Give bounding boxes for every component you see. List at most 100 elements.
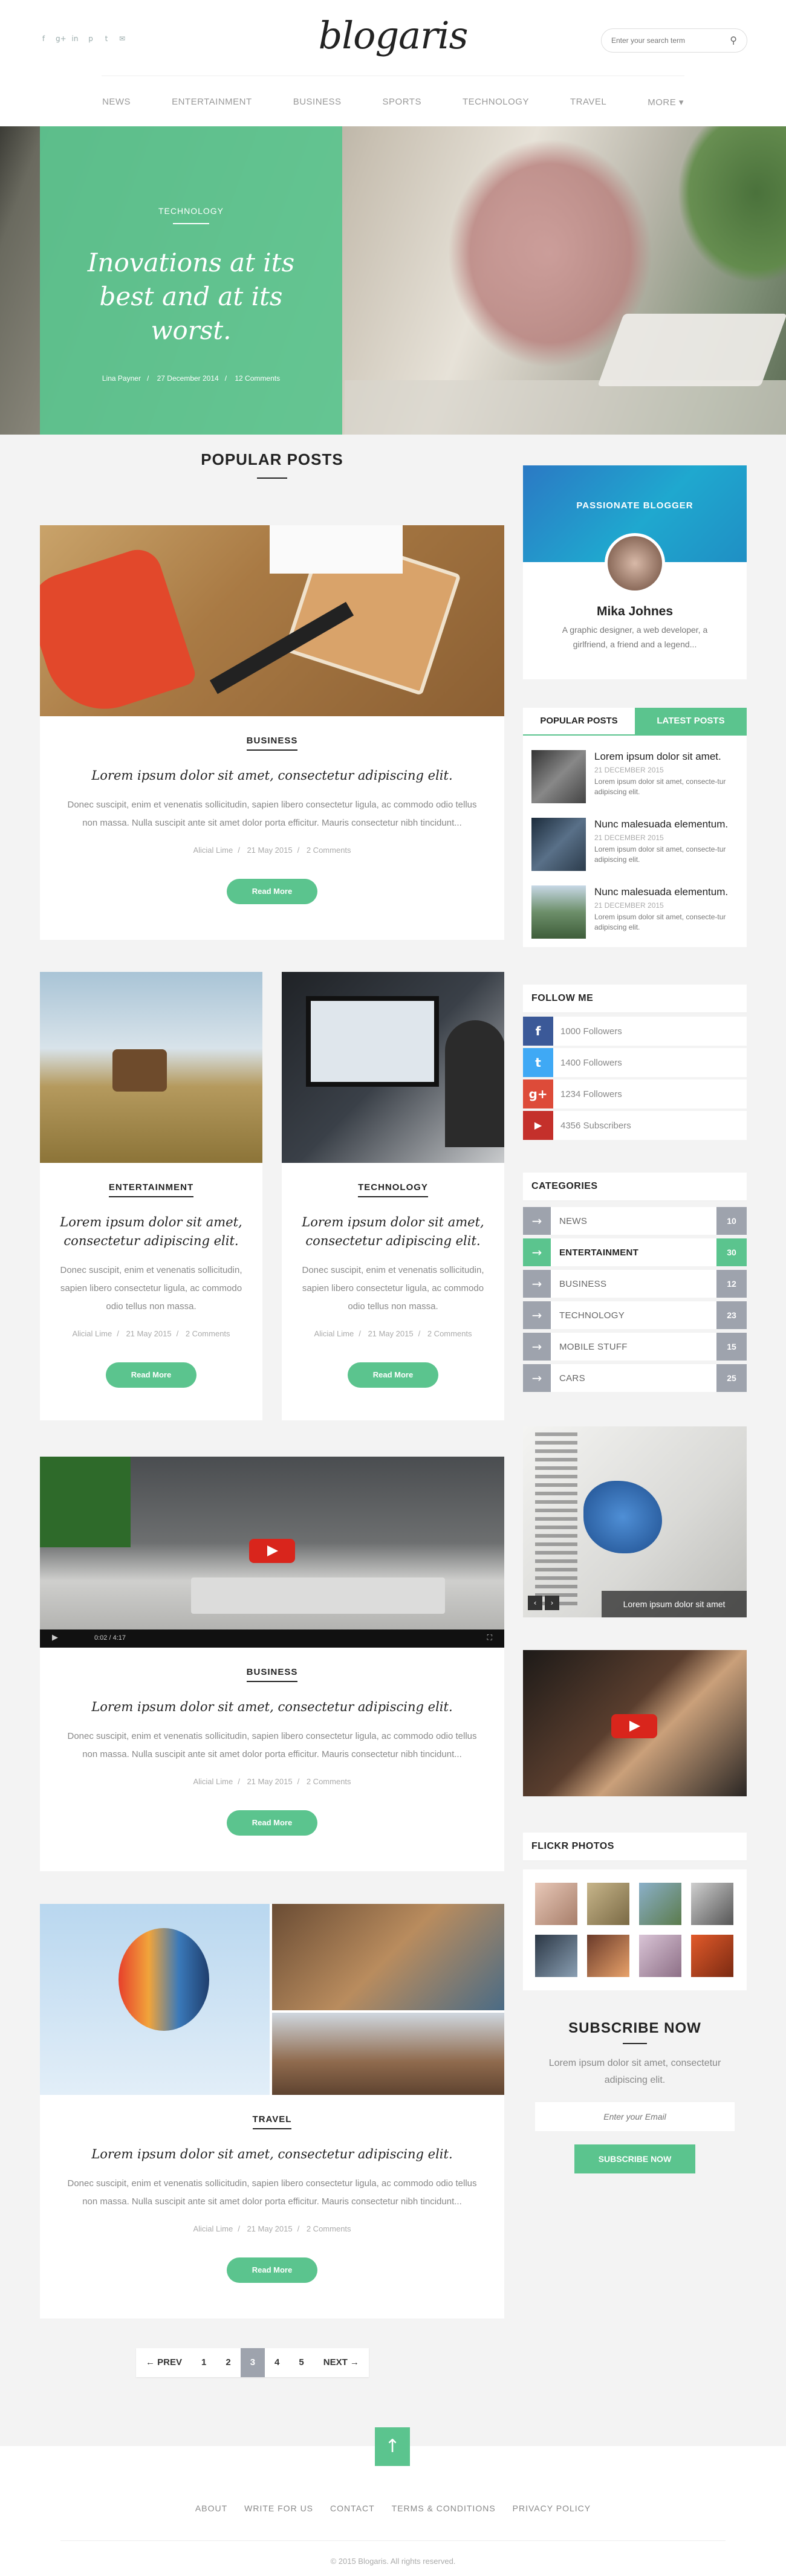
post-thumbnail[interactable] <box>531 750 586 803</box>
page-4[interactable]: 4 <box>265 2348 289 2377</box>
follow-facebook[interactable]: f 1000 Followers <box>523 1017 747 1046</box>
post-comments[interactable]: 2 Comments <box>427 1329 472 1338</box>
post-image[interactable] <box>40 972 262 1163</box>
follow-youtube[interactable]: ▶ 4356 Subscribers <box>523 1111 747 1140</box>
category-cars[interactable]: → CARS 25 <box>523 1364 747 1392</box>
flickr-photo[interactable] <box>535 1883 577 1925</box>
post-title[interactable]: Lorem ipsum dolor sit amet, consectetur … <box>294 1213 492 1251</box>
page-2[interactable]: 2 <box>216 2348 240 2377</box>
list-item[interactable]: Nunc malesuada elementum. 21 DECEMBER 201… <box>523 878 747 946</box>
post-image[interactable] <box>282 972 504 1163</box>
nav-sports[interactable]: SPORTS <box>362 97 442 108</box>
search-icon[interactable]: ⚲ <box>730 34 737 47</box>
nav-business[interactable]: BUSINESS <box>273 97 362 108</box>
youtube-icon: ▶ <box>523 1111 553 1140</box>
nav-entertainment[interactable]: ENTERTAINMENT <box>151 97 273 108</box>
flickr-photo[interactable] <box>639 1935 681 1977</box>
page-1[interactable]: 1 <box>192 2348 216 2377</box>
hero-author[interactable]: Lina Payner <box>102 374 141 383</box>
list-item-date: 21 DECEMBER 2015 <box>594 766 664 774</box>
list-item-title[interactable]: Lorem ipsum dolor sit amet. <box>594 750 738 763</box>
avatar[interactable] <box>605 533 665 594</box>
tab-latest-posts[interactable]: LATEST POSTS <box>635 708 747 734</box>
subscribe-button[interactable]: SUBSCRIBE NOW <box>574 2144 695 2173</box>
follow-google-plus[interactable]: g+ 1234 Followers <box>523 1079 747 1108</box>
category-technology[interactable]: → TECHNOLOGY 23 <box>523 1301 747 1329</box>
hero-banner[interactable]: TECHNOLOGY Inovations at its best and at… <box>0 126 786 435</box>
footer-link-write-for-us[interactable]: WRITE FOR US <box>244 2503 313 2513</box>
flickr-photo[interactable] <box>639 1883 681 1925</box>
video-widget[interactable] <box>523 1650 747 1796</box>
follow-twitter[interactable]: t 1400 Followers <box>523 1048 747 1077</box>
footer-link-privacy[interactable]: PRIVACY POLICY <box>513 2503 591 2513</box>
hero-title[interactable]: Inovations at its best and at its worst. <box>40 246 342 348</box>
flickr-photo[interactable] <box>691 1883 733 1925</box>
image-slider[interactable]: ‹ › Lorem ipsum dolor sit amet <box>523 1426 747 1617</box>
read-more-button[interactable]: Read More <box>348 1362 438 1388</box>
post-title[interactable]: Lorem ipsum dolor sit amet, consectetur … <box>64 1698 480 1717</box>
post-comments[interactable]: 2 Comments <box>307 2224 351 2233</box>
tab-popular-posts[interactable]: POPULAR POSTS <box>523 708 635 734</box>
search-input[interactable] <box>611 36 730 45</box>
list-item[interactable]: Lorem ipsum dolor sit amet. 21 DECEMBER 2… <box>523 743 747 811</box>
flickr-photo[interactable] <box>691 1935 733 1977</box>
post-image[interactable] <box>40 525 504 716</box>
footer-link-about[interactable]: ABOUT <box>195 2503 227 2513</box>
post-title[interactable]: Lorem ipsum dolor sit amet, consectetur … <box>52 1213 250 1251</box>
page-5[interactable]: 5 <box>289 2348 313 2377</box>
nav-more[interactable]: MORE ▾ <box>627 97 704 108</box>
read-more-button[interactable]: Read More <box>227 879 317 904</box>
post-author[interactable]: Alicial Lime <box>193 1777 233 1786</box>
post-thumbnail[interactable] <box>531 818 586 871</box>
post-comments[interactable]: 2 Comments <box>186 1329 230 1338</box>
video-player[interactable]: ▶ 0:02 / 4:17 ⛶ <box>40 1457 504 1648</box>
hero-category[interactable]: TECHNOLOGY <box>40 206 342 216</box>
nav-news[interactable]: NEWS <box>82 97 151 108</box>
hero-comments[interactable]: 12 Comments <box>235 374 280 383</box>
list-item-title[interactable]: Nunc malesuada elementum. <box>594 885 738 899</box>
footer-link-contact[interactable]: CONTACT <box>330 2503 375 2513</box>
fullscreen-icon[interactable]: ⛶ <box>487 1633 492 1642</box>
post-title[interactable]: Lorem ipsum dolor sit amet, consectetur … <box>64 2145 480 2164</box>
nav-travel[interactable]: TRAVEL <box>550 97 627 108</box>
post-author[interactable]: Alicial Lime <box>314 1329 354 1338</box>
post-author[interactable]: Alicial Lime <box>193 2224 233 2233</box>
flickr-photo[interactable] <box>587 1935 629 1977</box>
post-comments[interactable]: 2 Comments <box>307 1777 351 1786</box>
paper-shape <box>270 525 403 574</box>
play-icon[interactable] <box>611 1714 657 1738</box>
post-category[interactable]: BUSINESS <box>246 1667 298 1682</box>
list-item[interactable]: Nunc malesuada elementum. 21 DECEMBER 201… <box>523 811 747 878</box>
post-author[interactable]: Alicial Lime <box>72 1329 112 1338</box>
back-to-top-button[interactable]: ↑ <box>375 2427 410 2466</box>
read-more-button[interactable]: Read More <box>227 2257 317 2283</box>
category-news[interactable]: → NEWS 10 <box>523 1207 747 1235</box>
flickr-photo[interactable] <box>535 1935 577 1977</box>
post-category[interactable]: ENTERTAINMENT <box>108 1182 194 1197</box>
category-business[interactable]: → BUSINESS 12 <box>523 1270 747 1298</box>
prev-page-button[interactable]: ← PREV <box>136 2348 192 2377</box>
read-more-button[interactable]: Read More <box>106 1362 197 1388</box>
list-item-title[interactable]: Nunc malesuada elementum. <box>594 818 738 831</box>
post-category[interactable]: BUSINESS <box>246 736 298 751</box>
category-entertainment[interactable]: → ENTERTAINMENT 30 <box>523 1238 747 1266</box>
chevron-right-icon[interactable]: › <box>545 1596 559 1610</box>
post-author[interactable]: Alicial Lime <box>193 846 233 855</box>
post-thumbnail[interactable] <box>531 885 586 939</box>
play-control-icon[interactable]: ▶ <box>52 1633 58 1642</box>
page-3[interactable]: 3 <box>240 2348 265 2377</box>
play-icon[interactable] <box>249 1539 295 1563</box>
post-title[interactable]: Lorem ipsum dolor sit amet, consectetur … <box>64 766 480 785</box>
nav-technology[interactable]: TECHNOLOGY <box>442 97 550 108</box>
chevron-left-icon[interactable]: ‹ <box>528 1596 542 1610</box>
flickr-photo[interactable] <box>587 1883 629 1925</box>
post-comments[interactable]: 2 Comments <box>307 846 351 855</box>
category-mobile-stuff[interactable]: → MOBILE STUFF 15 <box>523 1333 747 1361</box>
footer-link-terms[interactable]: TERMS & CONDITIONS <box>392 2503 496 2513</box>
email-field[interactable] <box>535 2102 735 2131</box>
post-category[interactable]: TRAVEL <box>252 2114 292 2129</box>
next-page-button[interactable]: NEXT → <box>314 2348 369 2377</box>
post-image-gallery[interactable] <box>40 1904 504 2095</box>
read-more-button[interactable]: Read More <box>227 1810 317 1836</box>
post-category[interactable]: TECHNOLOGY <box>358 1182 428 1197</box>
